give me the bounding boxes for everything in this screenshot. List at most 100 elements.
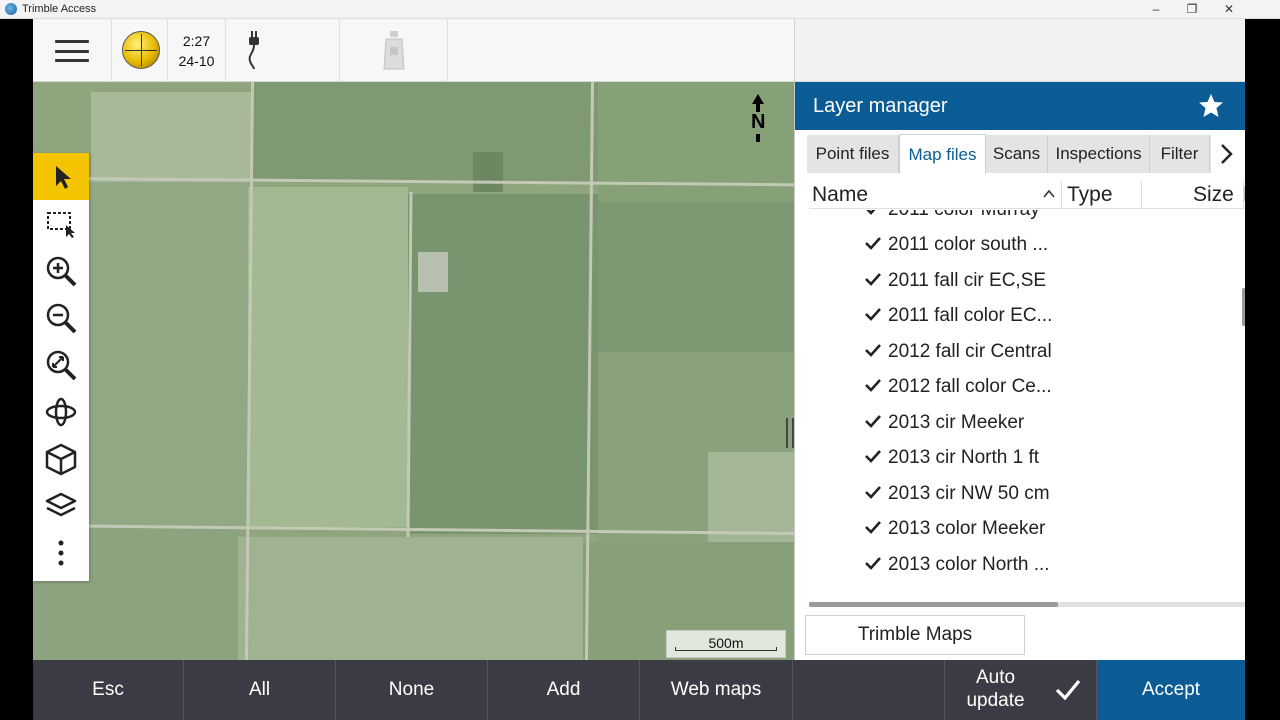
panel-splitter-handle[interactable] (786, 418, 794, 448)
status-bar: 2:27 24-10 (33, 19, 794, 82)
column-extra[interactable]: M (1243, 181, 1245, 209)
layers-icon (45, 492, 77, 516)
list-item[interactable]: 2013 cir NW 50 cm (809, 476, 1245, 511)
list-item-name: 2013 color Meeker (888, 518, 1046, 539)
3d-cube-icon (45, 443, 77, 475)
instrument-cell[interactable] (340, 19, 448, 82)
clock-cell[interactable]: 2:27 24-10 (168, 19, 226, 82)
list-item[interactable]: 2013 color North ... (809, 547, 1245, 582)
check-icon (865, 344, 881, 357)
list-item-name: 2012 fall color Ce... (888, 376, 1052, 397)
tab-map-files[interactable]: Map files (899, 134, 986, 174)
tab-strip: Point files Map files Scans Inspections … (807, 134, 1211, 174)
globe-icon (122, 31, 160, 69)
tab-inspections[interactable]: Inspections (1048, 135, 1150, 173)
status-date: 24-10 (178, 53, 215, 69)
list-item[interactable]: 2012 fall color Ce... (809, 369, 1245, 404)
zoom-extents-icon (46, 350, 77, 380)
column-size[interactable]: Size (1193, 181, 1234, 209)
more-tools-button[interactable] (33, 529, 89, 576)
sort-ascending-icon[interactable] (1042, 188, 1056, 200)
list-item-name: 2013 cir North 1 ft (888, 447, 1040, 468)
vertical-scrollbar[interactable] (1242, 288, 1245, 326)
favorite-star-icon[interactable] (1198, 93, 1224, 119)
bottom-action-bar: Esc All None Add Web maps Auto update Ac… (33, 660, 1245, 720)
layer-manager-panel: Layer manager Point files Map files Scan… (794, 82, 1245, 660)
zoom-out-button[interactable] (33, 294, 89, 341)
trimble-app-icon (5, 3, 17, 15)
gnss-status-cell[interactable] (112, 19, 168, 82)
list-item[interactable]: 2011 fall cir EC,SE (809, 263, 1245, 298)
scale-bar: 500m (666, 630, 786, 658)
horizontal-scrollbar-thumb[interactable] (809, 602, 1058, 607)
north-label: N (751, 111, 766, 133)
none-button[interactable]: None (336, 660, 488, 720)
esc-button[interactable]: Esc (33, 660, 184, 720)
zoom-in-button[interactable] (33, 247, 89, 294)
controller-device-icon (383, 31, 405, 70)
list-item-name: 2013 color North ... (888, 554, 1050, 575)
check-icon (865, 237, 881, 250)
map-toolbar (33, 153, 89, 581)
status-time: 2:27 (182, 33, 211, 49)
list-item-name: 2011 fall color EC... (888, 305, 1053, 326)
list-item[interactable]: 2012 fall cir Central (809, 334, 1245, 369)
column-type[interactable]: Type (1067, 181, 1113, 209)
tab-filter[interactable]: Filter (1150, 135, 1210, 173)
menu-cell[interactable] (33, 19, 112, 82)
web-maps-button[interactable]: Web maps (640, 660, 793, 720)
select-arrow-icon (56, 165, 71, 189)
accept-button[interactable]: Accept (1097, 660, 1245, 720)
list-item[interactable]: 2013 color Meeker (809, 511, 1245, 546)
tab-scans[interactable]: Scans (986, 135, 1048, 173)
select-tool-button[interactable] (33, 153, 89, 200)
hamburger-menu-icon[interactable] (55, 40, 89, 62)
column-name[interactable]: Name (812, 181, 868, 209)
orbit-button[interactable] (33, 388, 89, 435)
left-letterbox (0, 19, 33, 720)
list-item[interactable]: 2013 cir Meeker (809, 405, 1245, 440)
list-item[interactable]: 2013 cir North 1 ft (809, 440, 1245, 475)
more-icon (58, 540, 64, 565)
auto-update-check-icon (1055, 679, 1081, 701)
add-button[interactable]: Add (488, 660, 640, 720)
list-item-name: 2011 fall cir EC,SE (888, 270, 1047, 291)
list-item-name: 2012 fall cir Central (888, 341, 1052, 362)
minimize-button[interactable]: – (1138, 0, 1174, 19)
window-titlebar: Trimble Access – ❐ ✕ (0, 0, 1280, 19)
tab-point-files[interactable]: Point files (807, 135, 899, 173)
all-button[interactable]: All (184, 660, 336, 720)
status-bar-right (794, 19, 1245, 82)
close-button[interactable]: ✕ (1211, 0, 1247, 19)
check-icon (865, 450, 881, 463)
list-item-name: 2011 color south ... (888, 234, 1049, 255)
horizontal-scrollbar[interactable] (809, 602, 1245, 607)
list-item[interactable]: 2011 color Murray (809, 210, 1245, 227)
check-icon (865, 273, 881, 286)
zoom-extents-button[interactable] (33, 341, 89, 388)
box-select-tool-button[interactable] (33, 200, 89, 247)
map-file-list: 2011 color Murray 2011 color south ... 2… (809, 210, 1245, 591)
power-cell[interactable] (226, 19, 340, 82)
check-icon (865, 379, 881, 392)
list-item-name: 2013 cir NW 50 cm (888, 483, 1050, 504)
power-plug-icon (248, 31, 259, 69)
list-item[interactable]: 2011 fall color EC... (809, 298, 1245, 333)
list-item[interactable]: 2011 color south ... (809, 227, 1245, 262)
chevron-right-icon[interactable] (1216, 142, 1236, 166)
list-item-name: 2013 cir Meeker (888, 412, 1025, 433)
check-icon (865, 486, 881, 499)
trimble-maps-button[interactable]: Trimble Maps (805, 615, 1025, 655)
check-icon (865, 557, 881, 570)
app-window: 2:27 24-10 N 500m Layer manager Point fi… (33, 19, 1245, 720)
zoom-out-icon (46, 303, 77, 333)
auto-update-label-line1: Auto (975, 667, 1016, 689)
column-header: Name Type Size M (809, 181, 1245, 209)
north-arrow: N (748, 94, 768, 142)
3d-view-button[interactable] (33, 435, 89, 482)
restore-button[interactable]: ❐ (1174, 0, 1210, 19)
window-title: Trimble Access (22, 3, 97, 15)
check-icon (865, 415, 881, 428)
layer-manager-button[interactable] (33, 482, 89, 529)
map-view[interactable]: N 500m (33, 82, 794, 660)
